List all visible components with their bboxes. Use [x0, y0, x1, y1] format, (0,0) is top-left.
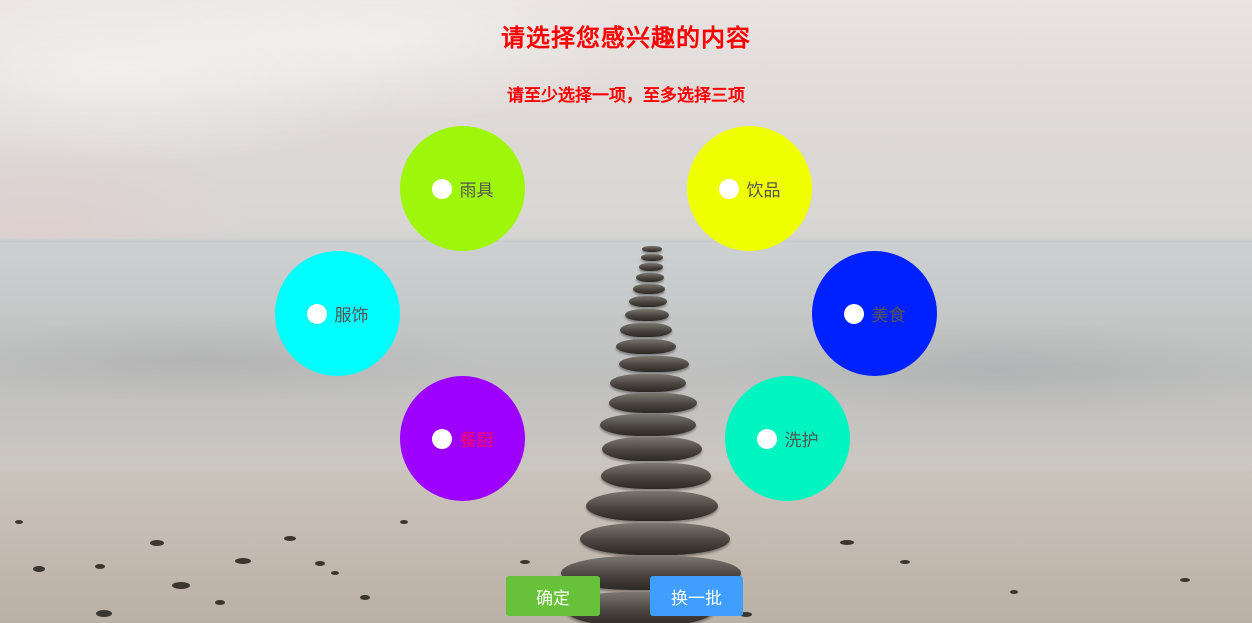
option-kitchenware[interactable]: 餐厨	[400, 376, 525, 501]
option-toiletries[interactable]: 洗护	[725, 376, 850, 501]
radio-icon[interactable]	[756, 428, 777, 449]
pier-stone	[609, 393, 697, 413]
pebble	[96, 610, 112, 617]
pebble	[520, 560, 530, 564]
pebble	[33, 566, 45, 572]
radio-icon[interactable]	[431, 428, 452, 449]
pier-stone	[633, 284, 665, 294]
pebble	[215, 600, 225, 605]
pebble	[172, 582, 190, 589]
pebble	[1010, 590, 1018, 594]
pebble	[284, 536, 296, 541]
pier-stone	[610, 374, 686, 392]
pier-stone	[641, 254, 663, 261]
pier-stone	[629, 296, 667, 307]
pebble	[95, 564, 105, 569]
pebble	[315, 561, 325, 566]
pebble	[15, 520, 23, 524]
option-label: 服饰	[334, 306, 369, 326]
pier-stone	[601, 463, 711, 489]
pier-stone	[602, 437, 702, 461]
pebble	[150, 540, 164, 546]
radio-icon[interactable]	[306, 303, 327, 324]
pier-stone	[620, 323, 672, 337]
option-label: 餐厨	[459, 431, 494, 451]
pier-stone	[586, 491, 718, 521]
option-clothing[interactable]: 服饰	[275, 251, 400, 376]
pebble	[400, 520, 408, 524]
option-label: 美食	[871, 306, 906, 326]
pebble	[900, 560, 910, 564]
pier-stone	[625, 309, 669, 321]
pebble	[235, 558, 251, 564]
option-drinks[interactable]: 饮品	[687, 126, 812, 251]
pier-stone	[642, 246, 662, 252]
option-rain-gear[interactable]: 雨具	[400, 126, 525, 251]
pier-stone	[639, 263, 663, 271]
radio-icon[interactable]	[843, 303, 864, 324]
page-title: 请选择您感兴趣的内容	[501, 24, 751, 52]
pier-stone	[580, 523, 730, 555]
pebble	[1180, 578, 1190, 582]
pebble	[360, 595, 370, 600]
pier-stone	[616, 339, 676, 354]
pier-stone	[600, 414, 696, 436]
option-label: 雨具	[459, 181, 494, 201]
option-label: 饮品	[746, 181, 781, 201]
radio-icon[interactable]	[718, 178, 739, 199]
page-subtitle: 请至少选择一项，至多选择三项	[507, 86, 745, 106]
page: 请选择您感兴趣的内容 请至少选择一项，至多选择三项 雨具 饮品 服饰 美食 餐厨…	[0, 0, 1252, 623]
confirm-button[interactable]: 确定	[506, 576, 600, 616]
pier-stone	[619, 356, 689, 372]
radio-icon[interactable]	[431, 178, 452, 199]
option-label: 洗护	[784, 431, 819, 451]
pier-stone	[636, 273, 664, 282]
option-food[interactable]: 美食	[812, 251, 937, 376]
refresh-batch-button[interactable]: 换一批	[650, 576, 743, 616]
pebble	[331, 571, 339, 575]
pebble	[840, 540, 854, 545]
